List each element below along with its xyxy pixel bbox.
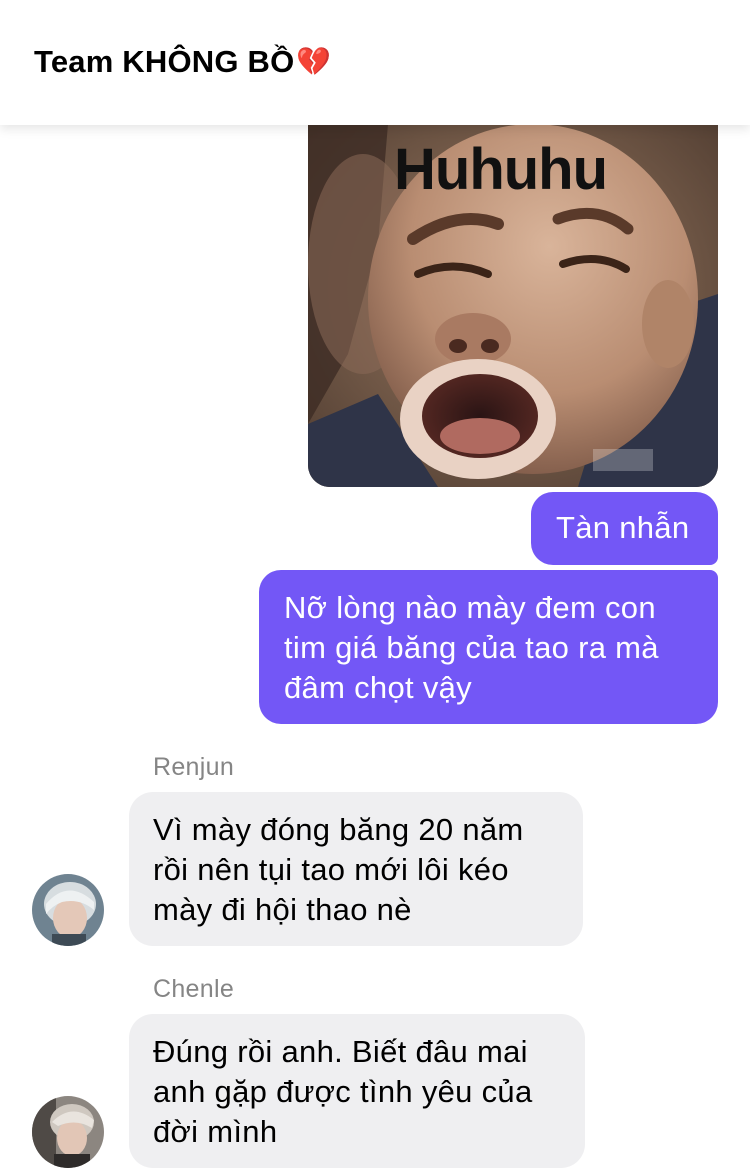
outgoing-message[interactable]: Tàn nhẫn: [531, 492, 718, 565]
sender-name-renjun: Renjun: [153, 753, 235, 781]
chat-screen: Team KHÔNG BỒ💔 Huhuhu Tàn nhẫn Nỡ lòng n…: [0, 0, 750, 1173]
avatar-chenle[interactable]: [32, 1096, 104, 1168]
message-line: đời mình: [153, 1114, 278, 1149]
sticker-caption: Huhuhu: [394, 137, 608, 202]
broken-heart-icon: 💔: [296, 46, 332, 77]
outgoing-message[interactable]: Nỡ lòng nào mày đem con tim giá băng của…: [259, 570, 718, 724]
message-line: Vì mày đóng băng 20 năm: [153, 812, 524, 847]
chat-title-text: Team KHÔNG BỒ: [34, 44, 295, 79]
message-line: đâm chọt vậy: [284, 670, 472, 705]
message-line: rồi nên tụi tao mới lôi kéo: [153, 852, 509, 887]
chat-header: Team KHÔNG BỒ💔: [0, 0, 750, 125]
incoming-message[interactable]: Vì mày đóng băng 20 năm rồi nên tụi tao …: [129, 792, 583, 946]
sender-name-chenle: Chenle: [153, 975, 235, 1003]
message-text: Tàn nhẫn: [556, 510, 690, 545]
avatar-image: [32, 874, 104, 946]
incoming-message[interactable]: Đúng rồi anh. Biết đâu mai anh gặp được …: [129, 1014, 585, 1168]
avatar-image: [32, 1096, 104, 1168]
avatar-renjun[interactable]: [32, 874, 104, 946]
chat-title[interactable]: Team KHÔNG BỒ💔: [34, 44, 331, 80]
message-line: Nỡ lòng nào mày đem con: [284, 590, 656, 625]
message-line: anh gặp được tình yêu của: [153, 1074, 533, 1109]
message-line: Đúng rồi anh. Biết đâu mai: [153, 1034, 528, 1069]
crying-meme-sticker[interactable]: Huhuhu: [308, 124, 718, 487]
message-line: mày đi hội thao nè: [153, 892, 412, 927]
message-line: tim giá băng của tao ra mà: [284, 630, 659, 665]
